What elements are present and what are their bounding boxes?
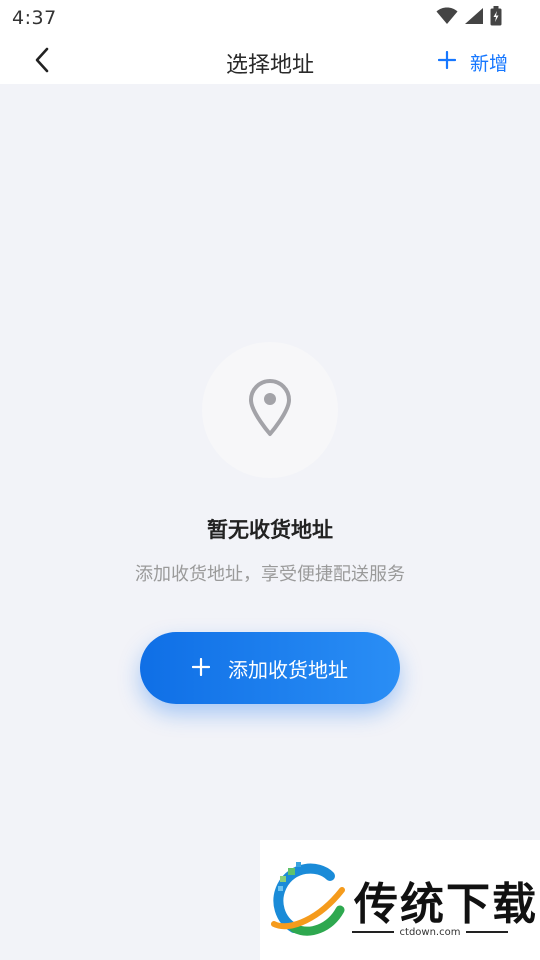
divider [466, 931, 508, 933]
brand-logo-icon [270, 862, 346, 938]
watermark-domain-row: ctdown.com [352, 924, 508, 940]
add-address-button[interactable]: 添加收货地址 [140, 632, 400, 704]
empty-state-title: 暂无收货地址 [207, 518, 333, 542]
add-address-label: 添加收货地址 [228, 657, 348, 682]
nav-bar: 选择地址 新增 [0, 38, 540, 84]
add-new-button[interactable]: 新增 [437, 48, 508, 76]
battery-charging-icon [490, 6, 502, 30]
wifi-icon [436, 7, 458, 29]
empty-state-subtitle: 添加收货地址，享受便捷配送服务 [135, 564, 405, 585]
watermark-brand: 传统下载 [354, 879, 538, 930]
location-pin-icon [248, 379, 292, 441]
empty-state-illustration [202, 342, 338, 478]
plus-icon [191, 655, 211, 681]
watermark-domain: ctdown.com [399, 926, 461, 938]
divider [352, 931, 394, 933]
status-time: 4:37 [12, 7, 57, 29]
status-bar: 4:37 [0, 0, 540, 38]
watermark: 传统下载 ctdown.com [260, 840, 540, 960]
add-new-label: 新增 [469, 52, 508, 75]
status-icons [436, 6, 502, 30]
plus-icon [437, 50, 457, 74]
cellular-signal-icon [464, 7, 484, 29]
